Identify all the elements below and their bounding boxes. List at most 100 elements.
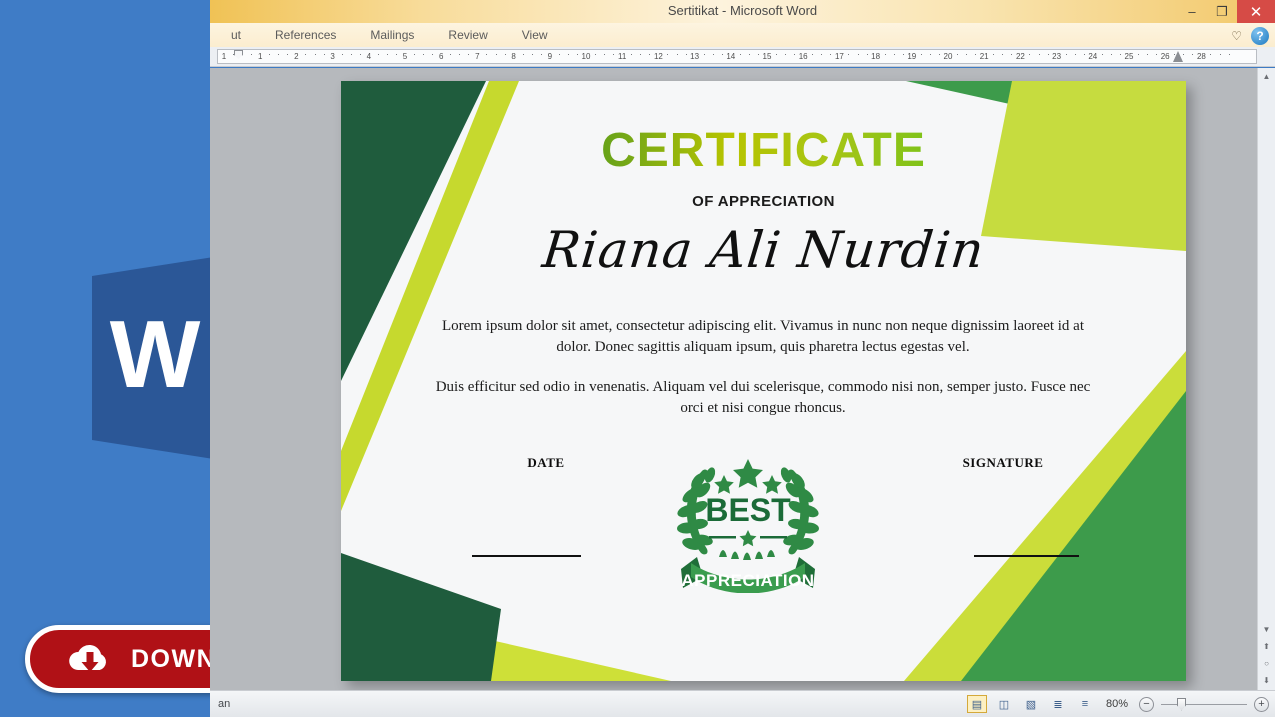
- ruler-tick: 15: [762, 52, 772, 61]
- cloud-download-icon: [67, 640, 113, 679]
- ruler-minor-tick: [866, 54, 868, 55]
- ruler-minor-tick: [531, 54, 533, 55]
- seal-best-text: BEST: [705, 492, 791, 528]
- ruler-minor-tick: [975, 54, 977, 55]
- left-indent-marker[interactable]: [234, 50, 243, 60]
- ruler-tick: 1: [221, 52, 227, 61]
- horizontal-ruler-row: 1 1 2 3 4 5 6 7 8 9 10 11 12 13 14 15 16 17 18 19 20 21 22 23 24…: [210, 47, 1275, 112]
- ruler-minor-tick: [1147, 54, 1149, 55]
- ruler-tick: 13: [690, 52, 700, 61]
- ruler-tick: 17: [834, 52, 844, 61]
- horizontal-ruler[interactable]: 1 1 2 3 4 5 6 7 8 9 10 11 12 13 14 15 16 17 18 19 20 21 22 23 24…: [217, 49, 1257, 64]
- ruler-tick: 23: [1052, 52, 1062, 61]
- document-canvas[interactable]: CERTIFICATE OF APPRECIATION Riana Ali Nu…: [210, 68, 1257, 690]
- ruler-minor-tick: [676, 54, 678, 55]
- read-mode-view-button[interactable]: ◫: [994, 695, 1014, 713]
- ruler-minor-tick: [649, 54, 651, 55]
- ruler-minor-tick: [468, 54, 470, 55]
- certificate-page: CERTIFICATE OF APPRECIATION Riana Ali Nu…: [341, 81, 1186, 681]
- ruler-tick: 1: [257, 52, 263, 61]
- ruler-minor-tick: [450, 54, 452, 55]
- ruler-minor-tick: [857, 54, 859, 55]
- ruler-minor-tick: [1183, 54, 1185, 55]
- previous-page-icon[interactable]: ⬆: [1258, 638, 1275, 655]
- scroll-up-icon[interactable]: ▲: [1258, 68, 1275, 85]
- ruler-minor-tick: [993, 54, 995, 55]
- ruler-minor-tick: [323, 54, 325, 55]
- ruler-minor-tick: [884, 54, 886, 55]
- signature-label: SIGNATURE: [962, 455, 1044, 470]
- ruler-tick: 5: [402, 52, 408, 61]
- right-indent-marker[interactable]: [1173, 51, 1183, 62]
- outline-view-button[interactable]: ≣: [1048, 695, 1068, 713]
- zoom-slider-thumb[interactable]: [1177, 697, 1186, 711]
- ruler-minor-tick: [576, 54, 578, 55]
- ruler-minor-tick: [1065, 54, 1067, 55]
- certificate-title: CERTIFICATE: [341, 123, 1186, 178]
- body-paragraph-2: Duis efficitur sed odio in venenatis. Al…: [435, 378, 1091, 416]
- ruler-minor-tick: [305, 54, 307, 55]
- ruler-minor-tick: [359, 54, 361, 55]
- ruler-tick: 16: [798, 52, 808, 61]
- tab-review[interactable]: Review: [431, 28, 504, 42]
- minimize-button[interactable]: –: [1177, 0, 1207, 23]
- print-layout-view-button[interactable]: ▤: [966, 695, 987, 713]
- ruler-minor-tick: [1138, 54, 1140, 55]
- ruler-minor-tick: [395, 54, 397, 55]
- ruler-minor-tick: [631, 54, 633, 55]
- zoom-level-label[interactable]: 80%: [1106, 698, 1128, 710]
- tab-references[interactable]: References: [258, 28, 353, 42]
- certificate-subtitle: OF APPRECIATION: [692, 193, 835, 210]
- ruler-tick: 8: [511, 52, 516, 61]
- ruler-minor-tick: [287, 54, 289, 55]
- restore-button[interactable]: ❐: [1207, 0, 1237, 23]
- ruler-minor-tick: [386, 54, 388, 55]
- zoom-out-button[interactable]: −: [1139, 696, 1154, 712]
- ruler-minor-tick: [920, 54, 922, 55]
- tab-mailings[interactable]: Mailings: [353, 28, 431, 42]
- tab-view[interactable]: View: [505, 28, 565, 42]
- ruler-tick: 9: [547, 52, 553, 61]
- browse-object-icon[interactable]: ○: [1258, 655, 1275, 672]
- zoom-slider[interactable]: [1161, 697, 1247, 712]
- ruler-minor-tick: [721, 54, 723, 55]
- ruler-tick: 14: [726, 52, 736, 61]
- ruler-tick: 2: [294, 52, 299, 61]
- ruler-minor-tick: [821, 54, 823, 55]
- svg-text:W: W: [110, 301, 201, 408]
- draft-view-button[interactable]: ≡: [1075, 695, 1095, 713]
- ruler-minor-tick: [414, 54, 416, 55]
- ruler-minor-tick: [848, 54, 850, 55]
- ruler-minor-tick: [269, 54, 271, 55]
- ruler-minor-tick: [495, 54, 497, 55]
- title-bar: Sertitikat - Microsoft Word – ❐ ✕: [210, 0, 1275, 23]
- help-icon[interactable]: ?: [1251, 27, 1269, 45]
- language-indicator[interactable]: an: [218, 698, 230, 710]
- ruler-minor-tick: [540, 54, 542, 55]
- next-page-icon[interactable]: ⬇: [1258, 672, 1275, 689]
- ruler-minor-tick: [341, 54, 343, 55]
- ruler-minor-tick: [504, 54, 506, 55]
- date-line: [472, 555, 581, 557]
- body-paragraph-1: Lorem ipsum dolor sit amet, consectetur …: [441, 318, 1085, 356]
- ruler-tick: 25: [1124, 52, 1134, 61]
- ruler-minor-tick: [459, 54, 461, 55]
- ruler-tick: 26: [1160, 52, 1170, 61]
- web-layout-view-button[interactable]: ▧: [1021, 695, 1041, 713]
- zoom-slider-track: [1161, 703, 1247, 705]
- close-button[interactable]: ✕: [1237, 0, 1275, 23]
- vertical-scrollbar[interactable]: ▲ ▼ ⬆ ○ ⬇: [1257, 68, 1275, 690]
- ruler-minor-tick: [1002, 54, 1004, 55]
- ruler-minor-tick: [432, 54, 434, 55]
- ruler-minor-tick: [757, 54, 759, 55]
- tab-layout[interactable]: ut: [214, 28, 258, 42]
- ruler-minor-tick: [486, 54, 488, 55]
- ruler-minor-tick: [251, 54, 253, 55]
- ruler-tick: 24: [1088, 52, 1098, 61]
- heart-icon[interactable]: ♡: [1231, 29, 1242, 43]
- scroll-down-icon[interactable]: ▼: [1258, 621, 1275, 638]
- date-label: DATE: [527, 455, 565, 470]
- zoom-in-button[interactable]: +: [1254, 696, 1269, 712]
- ruler-minor-tick: [794, 54, 796, 55]
- ruler-tick: 20: [943, 52, 953, 61]
